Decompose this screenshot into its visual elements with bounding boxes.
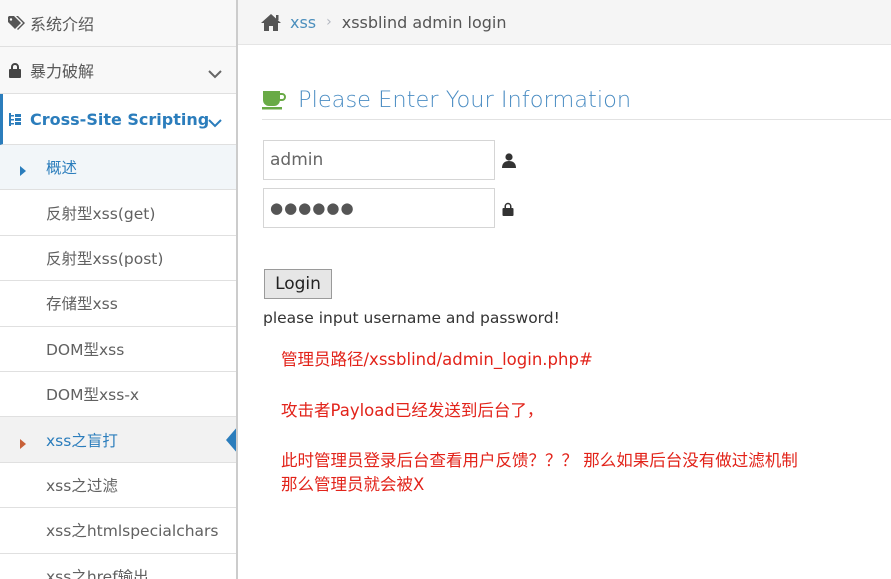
sidebar-subitem-blind[interactable]: xss之盲打 [0,417,236,463]
sidebar: 系统介绍 暴力破解 Cross-Site Scripting 概述 反射型xss… [0,0,238,579]
sidebar-subitem-label: DOM型xss [46,340,125,359]
main-content: Please Enter Your Information admin ●●●●… [238,45,891,579]
user-icon [502,153,516,168]
breadcrumb-link-xss[interactable]: xss [290,13,316,32]
payload-note: 攻击者Payload已经发送到后台了， [281,401,544,420]
sidebar-subitem-label: 概述 [46,159,78,178]
lock-icon [502,202,514,216]
question-note-line1: 此时管理员登录后台查看用户反馈？？？ 那么如果后台没有做过滤机制 [281,451,798,470]
sidebar-subitem-label: 反射型xss(post) [46,249,164,268]
sidebar-subitem-filter[interactable]: xss之过滤 [0,462,236,509]
sidebar-item-label: Cross-Site Scripting [30,109,210,129]
sidebar-item-brute-force[interactable]: 暴力破解 [0,47,236,94]
sidebar-subitem-dom[interactable]: DOM型xss [0,326,236,372]
form-title-text: Please Enter Your Information [298,87,632,113]
sidebar-item-label: 系统介绍 [30,15,95,34]
tags-icon [8,16,26,30]
chevron-down-icon [208,64,222,83]
sidebar-item-label: 暴力破解 [30,62,95,81]
sidebar-subitem-label: xss之盲打 [46,431,118,450]
sidebar-subitem-reflected-post[interactable]: 反射型xss(post) [0,235,236,282]
breadcrumb: xss › xssblind admin login [238,0,891,45]
lock-icon [8,62,26,78]
admin-path-note: 管理员路径/xssblind/admin_login.php# [281,350,593,369]
breadcrumb-current: xssblind admin login [341,12,507,32]
sidebar-subitem-stored[interactable]: 存储型xss [0,281,236,327]
caret-right-icon [20,162,26,180]
login-button[interactable]: Login [264,269,332,299]
active-pointer-icon [226,426,236,458]
sidebar-subitem-label: xss之htmlspecialchars [46,522,219,541]
sidebar-subitem-htmlspecialchars[interactable]: xss之htmlspecialchars [0,508,236,554]
sidebar-item-intro[interactable]: 系统介绍 [0,0,236,47]
caret-right-icon [20,435,26,453]
coffee-icon [262,90,288,110]
sidebar-subitem-label: DOM型xss-x [46,386,140,405]
sidebar-subitem-label: xss之href输出 [46,567,149,579]
sidebar-subitem-reflected-get[interactable]: 反射型xss(get) [0,190,236,236]
question-note-line2: 那么管理员就会被X [281,475,425,494]
home-icon[interactable] [260,13,282,32]
password-mask: ●●●●●● [270,199,355,217]
sidebar-subitem-label: 反射型xss(get) [46,204,156,223]
password-input[interactable]: ●●●●●● [263,188,495,228]
sidebar-subitem-label: xss之过滤 [46,476,118,495]
login-hint: please input username and password! [263,309,560,327]
sidebar-item-xss[interactable]: Cross-Site Scripting [0,94,236,145]
sidebar-subitem-dom-x[interactable]: DOM型xss-x [0,371,236,418]
breadcrumb-separator: › [326,14,332,30]
page-title: Please Enter Your Information [262,81,891,120]
sidebar-subitem-overview[interactable]: 概述 [0,145,236,191]
sidebar-subitem-href[interactable]: xss之href输出 [0,553,236,579]
username-value: admin [270,150,324,170]
chevron-down-icon [208,113,222,132]
sitemap-icon [8,111,26,127]
sidebar-subitem-label: 存储型xss [46,295,118,314]
username-input[interactable]: admin [263,140,495,180]
